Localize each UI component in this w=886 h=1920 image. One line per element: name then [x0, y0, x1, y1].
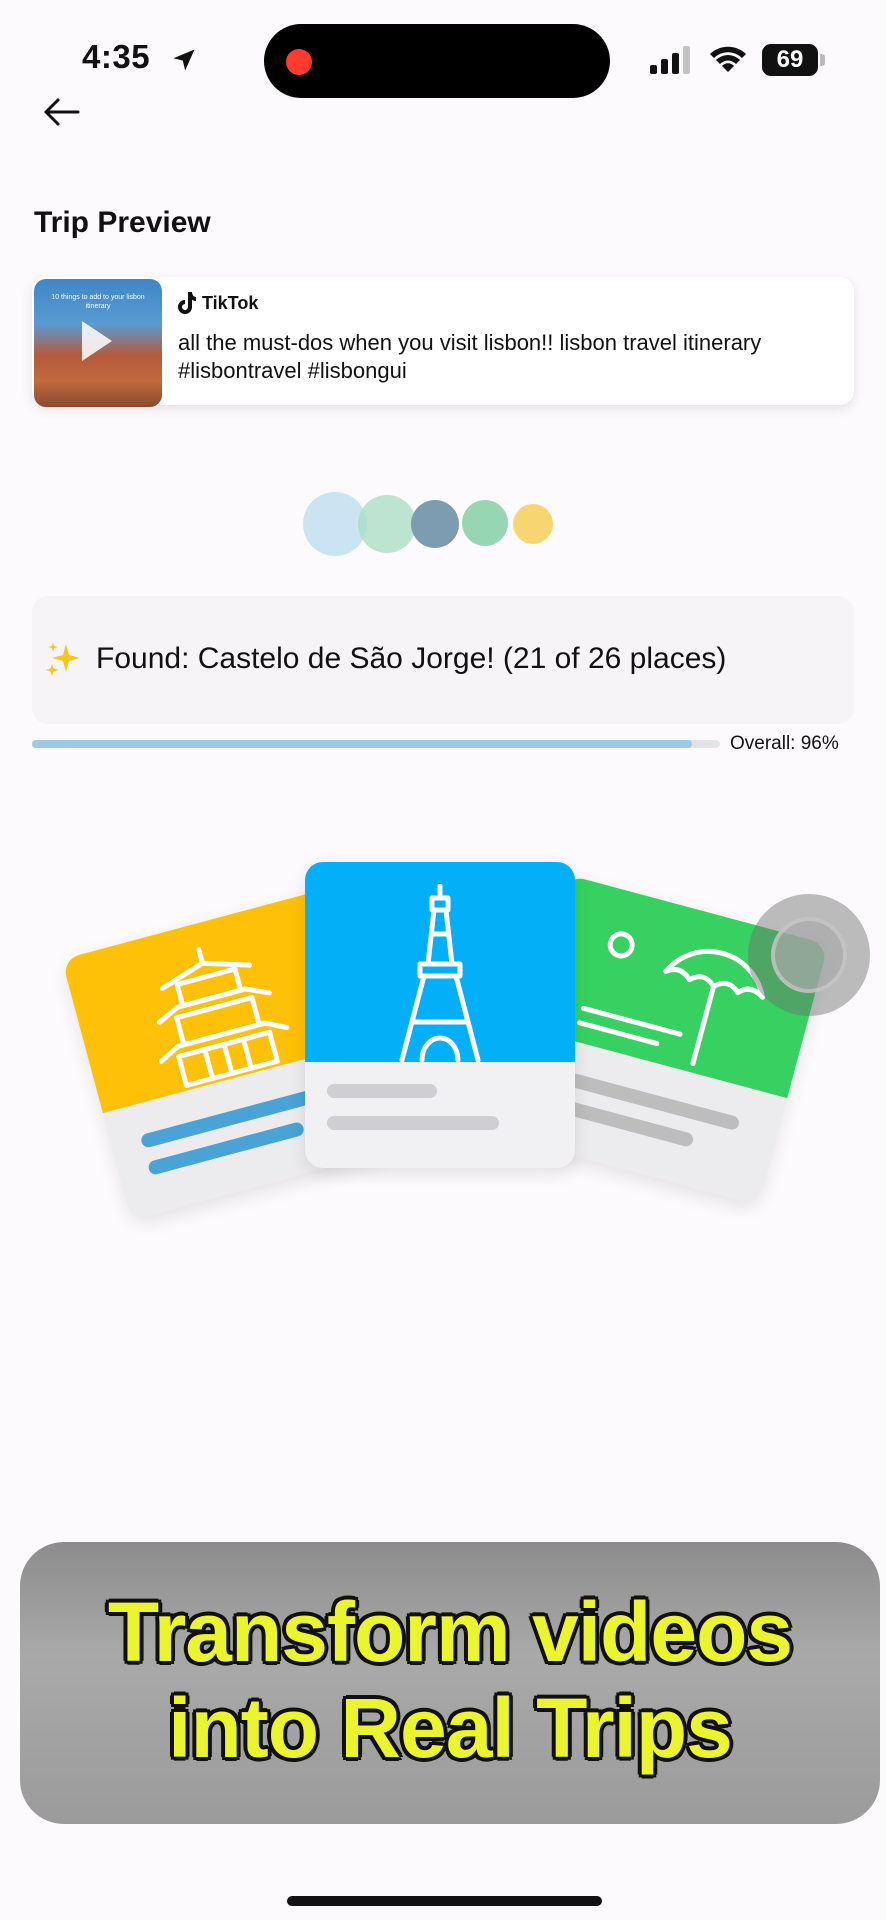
loading-dot [462, 500, 508, 546]
pagoda-icon [156, 947, 290, 1089]
tiktok-icon [178, 292, 196, 314]
status-card: Found: Castelo de São Jorge! (21 of 26 p… [32, 596, 854, 724]
recording-indicator-icon [286, 49, 312, 75]
progress-bar [32, 740, 720, 748]
thumbnail-caption: 10 things to add to your lisbon itinerar… [51, 294, 145, 310]
wifi-icon [710, 46, 746, 72]
illustration-card-eiffel [305, 862, 575, 1168]
battery-icon: 69 [762, 44, 826, 76]
cellular-signal-icon [650, 46, 690, 74]
sparkles-icon [46, 642, 80, 676]
video-thumbnail[interactable]: 10 things to add to your lisbon itinerar… [34, 279, 162, 407]
progress-fill [32, 740, 693, 748]
location-arrow-icon [173, 49, 195, 71]
arrow-left-icon [44, 98, 80, 126]
eiffel-tower-icon [399, 884, 481, 1062]
dynamic-island [264, 24, 610, 98]
promo-caption-text: Transform videos into Real Trips [20, 1584, 880, 1776]
status-time: 4:35 [82, 38, 151, 75]
battery-level: 69 [776, 46, 804, 73]
video-caption: all the must-dos when you visit lisbon!!… [178, 330, 762, 383]
back-button[interactable] [38, 92, 86, 132]
source-label: TikTok [202, 293, 259, 313]
loading-dot [358, 495, 416, 553]
loading-dot [513, 504, 553, 544]
promo-caption-line-2: into Real Trips [168, 1681, 733, 1775]
video-preview-card[interactable]: 10 things to add to your lisbon itinerar… [32, 277, 854, 407]
page-title: Trip Preview [34, 206, 211, 239]
loading-dot [411, 500, 459, 548]
promo-caption-overlay: Transform videos into Real Trips [20, 1542, 880, 1824]
progress-label: Overall: 96% [730, 733, 839, 754]
home-indicator[interactable] [287, 1896, 602, 1906]
touch-indicator [748, 894, 870, 1016]
promo-caption-line-1: Transform videos [107, 1585, 793, 1679]
play-icon [82, 321, 112, 361]
status-message: Found: Castelo de São Jorge! (21 of 26 p… [96, 642, 727, 675]
